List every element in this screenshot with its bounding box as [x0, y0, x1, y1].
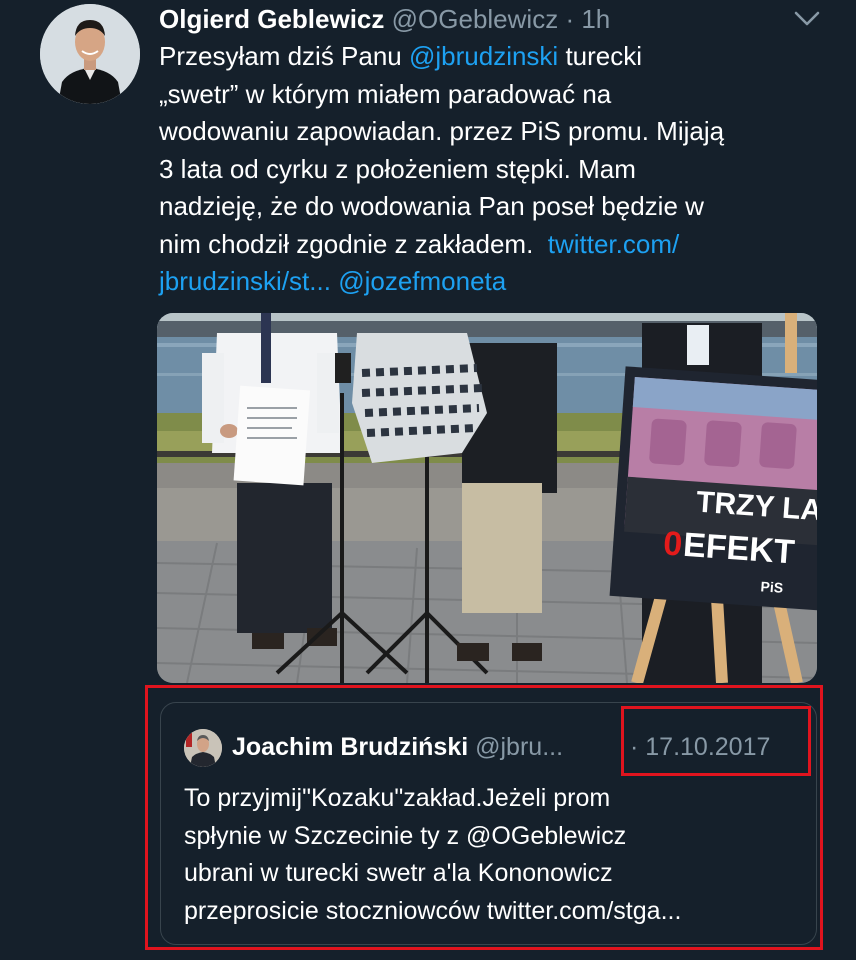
tweet-text-segment: nim chodził zgodnie z zakładem. — [159, 228, 548, 259]
tweet-text: Przesyłam dziś Panu @jbrudzinski turecki… — [159, 38, 809, 301]
tweet-link[interactable]: jbrudzinski/st... — [159, 266, 331, 296]
tweet-text-line: nadzieję, że do wodowania Pan poseł będz… — [159, 188, 809, 226]
author-handle[interactable]: @OGeblewicz — [392, 4, 559, 34]
tweet-text-segment: 3 lata od cyrku z położeniem stępki. Mam — [159, 153, 636, 184]
quoted-text-line: ubrani w turecki swetr a'la Kononowicz — [184, 859, 613, 887]
author-name[interactable]: Olgierd Geblewicz — [159, 4, 384, 34]
tweet[interactable]: Olgierd Geblewicz @OGeblewicz · 1h Przes… — [0, 0, 856, 960]
quoted-text-line: To przyjmij"Kozaku"zakład.Jeżeli prom — [184, 784, 611, 812]
tweet-link[interactable]: @jbrudzinski — [409, 41, 558, 71]
quoted-author-avatar-image — [184, 729, 222, 767]
author-avatar[interactable] — [40, 4, 140, 104]
tweet-text-segment: wodowaniu zapowiadan. przez PiS promu. M… — [159, 116, 725, 146]
sign-logo: PiS — [760, 578, 784, 596]
tweet-text-line: 3 lata od cyrku z położeniem stępki. Mam — [159, 151, 809, 189]
quoted-tweet-text: To przyjmij"Kozaku"zakład.Jeżeli prom spł… — [184, 780, 804, 930]
tweet-header: Olgierd Geblewicz @OGeblewicz · 1h — [159, 2, 610, 36]
author-avatar-image — [40, 4, 140, 104]
press-conference-photo: TRZY LA 0 EFEKT PiS — [157, 313, 817, 683]
quoted-text-line: spłynie w Szczecinie ty z @OGeblewicz — [184, 821, 627, 850]
tweet-text-segment: Przesyłam dziś Panu — [159, 41, 409, 71]
tweet-text-segment: „swetr” w którym miałem paradować na — [159, 78, 612, 109]
tweet-media-image[interactable]: TRZY LA 0 EFEKT PiS — [157, 313, 817, 683]
sign-text-line2: EFEKT — [682, 526, 796, 572]
date-highlight-box — [621, 706, 811, 776]
sign-number: 0 — [662, 524, 684, 563]
tweet-text-segment: turecki — [558, 41, 643, 71]
tweet-text-line: jbrudzinski/st... @jozefmoneta — [159, 263, 809, 301]
tweet-timestamp[interactable]: 1h — [581, 4, 610, 34]
chevron-down-icon[interactable] — [792, 6, 822, 30]
header-separator: · — [565, 4, 575, 34]
tweet-text-line: Przesyłam dziś Panu @jbrudzinski turecki — [159, 38, 809, 76]
quoted-author-name[interactable]: Joachim Brudziński — [232, 733, 468, 761]
tweet-link[interactable]: @jozefmoneta — [338, 266, 506, 296]
quoted-author-avatar[interactable] — [184, 729, 222, 767]
quoted-author-handle[interactable]: @jbru... — [475, 733, 563, 761]
tweet-text-line: wodowaniu zapowiadan. przez PiS promu. M… — [159, 113, 809, 151]
tweet-text-line: „swetr” w którym miałem paradować na — [159, 76, 809, 114]
tweet-text-line: nim chodził zgodnie z zakładem. twitter.… — [159, 226, 809, 264]
tweet-link[interactable]: twitter.com/ — [548, 229, 679, 259]
tweet-text-segment: nadzieję, że do wodowania Pan poseł będz… — [159, 191, 704, 221]
quoted-text-line: przeprosicie stoczniowców twitter.com/st… — [184, 896, 682, 925]
quoted-tweet-header: Joachim Brudziński @jbru... — [232, 729, 563, 765]
